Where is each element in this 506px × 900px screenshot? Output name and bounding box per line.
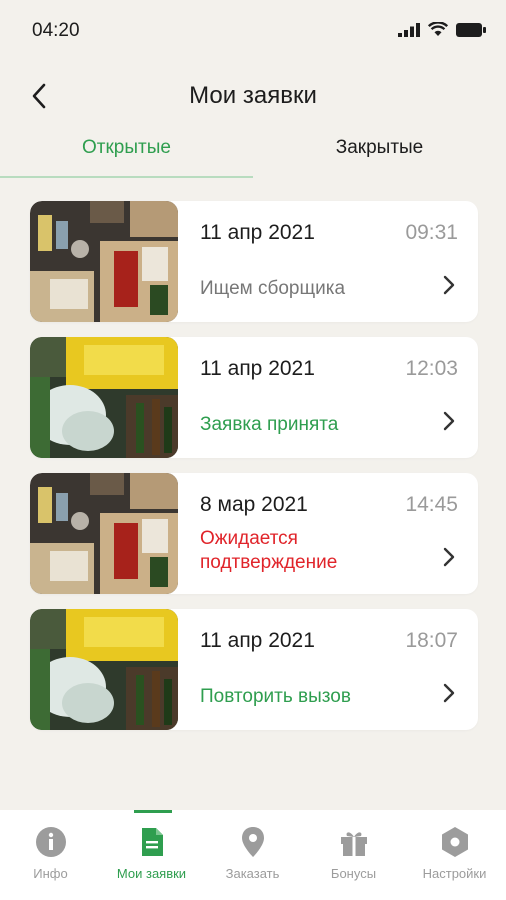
chevron-right-icon — [443, 275, 455, 295]
order-status: Ожидается подтверждение — [200, 527, 337, 575]
order-card[interactable]: 11 апр 2021 12:03 Заявка принята — [30, 337, 478, 458]
order-date: 11 апр 2021 — [200, 357, 315, 380]
bottom-nav: Инфо Мои заявки Заказать Бонусы Настройк… — [0, 810, 506, 900]
order-date: 11 апр 2021 — [200, 221, 315, 244]
order-status: Ищем сборщика — [200, 278, 346, 299]
chevron-right-icon — [443, 411, 455, 431]
tabs: Открытые Закрытые — [0, 128, 506, 180]
nav-item-info[interactable]: Инфо — [0, 810, 101, 900]
order-status: Заявка принята — [200, 414, 339, 435]
settings-hexagon-icon — [441, 827, 468, 857]
header: Мои заявки — [0, 64, 506, 128]
nav-item-settings[interactable]: Настройки — [404, 810, 505, 900]
battery-icon — [456, 22, 486, 37]
tab-open[interactable]: Открытые — [0, 128, 253, 178]
document-icon — [141, 828, 163, 856]
nav-label: Настройки — [422, 866, 487, 881]
nav-label: Заказать — [225, 866, 280, 881]
status-icons — [398, 22, 486, 37]
order-time: 09:31 — [405, 221, 458, 244]
location-pin-icon — [241, 827, 264, 857]
nav-item-order[interactable]: Заказать — [202, 810, 303, 900]
order-photo — [30, 201, 178, 322]
active-tab-underline — [0, 176, 253, 178]
status-time: 04:20 — [32, 20, 80, 41]
order-card[interactable]: 8 мар 2021 14:45 Ожидается подтверждение — [30, 473, 478, 594]
order-time: 12:03 — [405, 357, 458, 380]
order-time: 18:07 — [405, 629, 458, 652]
chevron-right-icon — [443, 683, 455, 703]
page-title: Мои заявки — [189, 82, 317, 109]
order-status: Повторить вызов — [200, 686, 351, 707]
signal-icon — [398, 22, 420, 37]
order-date: 8 мар 2021 — [200, 493, 308, 516]
nav-item-my-orders[interactable]: Мои заявки — [101, 810, 202, 900]
order-photo — [30, 609, 178, 730]
wifi-icon — [428, 22, 448, 36]
nav-label: Инфо — [33, 866, 68, 881]
order-status-line: подтверждение — [200, 552, 338, 573]
order-photo — [30, 337, 178, 458]
order-card[interactable]: 11 апр 2021 09:31 Ищем сборщика — [30, 201, 478, 322]
chevron-right-icon — [443, 547, 455, 567]
order-photo — [30, 473, 178, 594]
tab-closed[interactable]: Закрытые — [253, 128, 506, 178]
nav-label: Мои заявки — [116, 866, 187, 881]
info-icon — [35, 827, 66, 857]
nav-label: Бонусы — [330, 866, 377, 881]
order-date: 11 апр 2021 — [200, 629, 315, 652]
order-time: 14:45 — [405, 493, 458, 516]
status-bar: 04:20 — [0, 0, 506, 64]
nav-item-bonuses[interactable]: Бонусы — [303, 810, 404, 900]
order-status-line: Ожидается — [200, 528, 298, 549]
gift-icon — [340, 832, 367, 856]
order-card[interactable]: 11 апр 2021 18:07 Повторить вызов — [30, 609, 478, 730]
